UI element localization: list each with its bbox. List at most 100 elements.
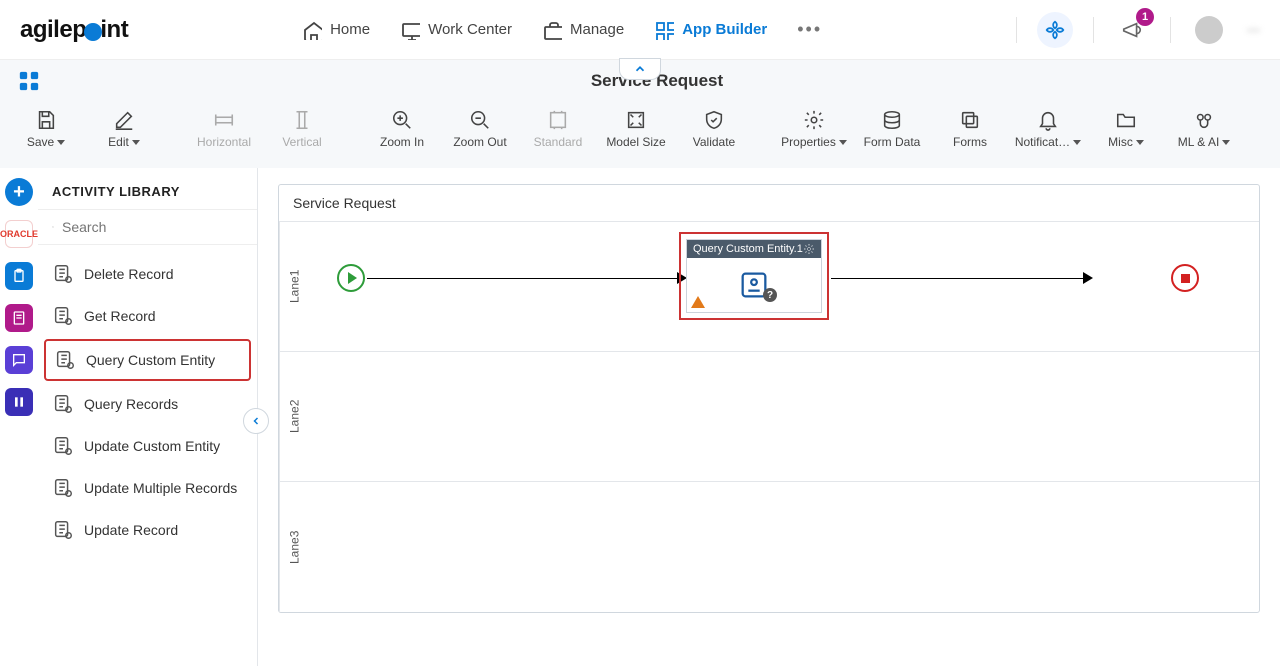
lane-body[interactable]	[309, 482, 1259, 612]
lanes: Lane1 Query Custom Entity.1 ?	[279, 222, 1259, 612]
connector	[831, 278, 1085, 279]
user-name: —	[1247, 22, 1260, 37]
toolbar-misc[interactable]: Misc	[1090, 100, 1162, 158]
toolbar-label: Form Data	[864, 135, 921, 149]
toolbar-val[interactable]: Validate	[678, 100, 750, 158]
collapse-header-button[interactable]	[619, 58, 661, 80]
lane-body[interactable]: Query Custom Entity.1 ?	[309, 222, 1259, 351]
logo: agilep int	[20, 16, 128, 44]
activity-item[interactable]: Get Record	[38, 295, 257, 337]
logo-prefix: agilep	[20, 16, 86, 44]
notifications-button[interactable]: 1	[1114, 12, 1150, 48]
nav-label: Home	[330, 21, 370, 38]
lane-body[interactable]	[309, 352, 1259, 481]
nav-app-builder[interactable]: App Builder	[654, 20, 767, 40]
activity-item[interactable]: Update Multiple Records	[38, 467, 257, 509]
dock-oracle[interactable]: ORACLE	[5, 220, 33, 248]
shield-icon	[703, 109, 725, 131]
lane: Lane1 Query Custom Entity.1 ?	[279, 222, 1259, 352]
canvas-wrap: Service Request Lane1 Query Custom Entit…	[258, 168, 1280, 666]
toolbar-msize[interactable]: Model Size	[600, 100, 672, 158]
chevron-down-icon	[1222, 140, 1230, 145]
canvas-title: Service Request	[279, 185, 1259, 222]
end-node[interactable]	[1171, 264, 1199, 292]
activity-item[interactable]: Delete Record	[38, 253, 257, 295]
toolbar-label: Horizontal	[197, 135, 251, 149]
sidebar-search[interactable]	[38, 209, 257, 245]
toolbar-edit[interactable]: Edit	[88, 100, 160, 158]
toolbar-label: Vertical	[282, 135, 321, 149]
toolbar: Save Edit Horizontal Vertical Zoom In Zo…	[0, 96, 1280, 168]
canvas-card: Service Request Lane1 Query Custom Entit…	[278, 184, 1260, 613]
activity-node[interactable]: Query Custom Entity.1 ?	[679, 232, 829, 320]
top-nav: Home Work Center Manage App Builder •••	[302, 19, 822, 40]
notifications-badge: 1	[1136, 8, 1154, 26]
toolbar-vert: Vertical	[266, 100, 338, 158]
nav-label: App Builder	[682, 21, 767, 38]
dock-pause[interactable]	[5, 388, 33, 416]
separator	[1093, 17, 1094, 43]
activity-label: Query Custom Entity	[86, 352, 215, 368]
alignh-icon	[213, 109, 235, 131]
copilot-button[interactable]	[1037, 12, 1073, 48]
dock-clipboard[interactable]	[5, 262, 33, 290]
activity-item[interactable]: Update Record	[38, 509, 257, 551]
nav-manage[interactable]: Manage	[542, 20, 624, 40]
activity-item[interactable]: Query Custom Entity	[44, 339, 251, 381]
nav-more[interactable]: •••	[797, 19, 822, 40]
gear-icon[interactable]	[803, 243, 815, 255]
toolbar-notif[interactable]: Notificat…	[1012, 100, 1084, 158]
toolbar-mlai[interactable]: ML & AI	[1168, 100, 1240, 158]
add-activity-button[interactable]: +	[5, 178, 33, 206]
user-menu[interactable]	[1191, 12, 1227, 48]
toolbar-label: ML & AI	[1178, 135, 1220, 149]
toolbar-label: Standard	[534, 135, 583, 149]
modules-icon[interactable]	[18, 70, 40, 92]
monitor-icon	[400, 20, 420, 40]
separator	[1170, 17, 1171, 43]
toolbar-label: Forms	[953, 135, 987, 149]
save-icon	[35, 109, 57, 131]
toolbar-label: Properties	[781, 135, 836, 149]
sidebar-collapse-button[interactable]	[243, 408, 269, 434]
search-icon	[52, 218, 54, 236]
db-icon	[881, 109, 903, 131]
search-input[interactable]	[62, 219, 243, 235]
toolbar-label: Misc	[1108, 135, 1133, 149]
toolbar-forms[interactable]: Forms	[934, 100, 1006, 158]
toolbar-zout[interactable]: Zoom Out	[444, 100, 516, 158]
nav-home[interactable]: Home	[302, 20, 370, 40]
logo-dot-icon	[84, 23, 102, 41]
logo-suffix: int	[100, 16, 128, 44]
nav-work-center[interactable]: Work Center	[400, 20, 512, 40]
nav-label: Work Center	[428, 21, 512, 38]
activity-icon	[52, 393, 74, 415]
dock-document[interactable]	[5, 304, 33, 332]
activity-label: Update Multiple Records	[84, 480, 237, 496]
top-header: agilep int Home Work Center Manage App B…	[0, 0, 1280, 60]
activity-item[interactable]: Update Custom Entity	[38, 425, 257, 467]
chevron-down-icon	[839, 140, 847, 145]
toolbar-fdata[interactable]: Form Data	[856, 100, 928, 158]
sidebar: ACTIVITY LIBRARY Delete Record Get Recor…	[38, 168, 258, 666]
toolbar-prop[interactable]: Properties	[778, 100, 850, 158]
lane: Lane2	[279, 352, 1259, 482]
chevron-down-icon	[57, 140, 65, 145]
dock-chat[interactable]	[5, 346, 33, 374]
toolbar-save[interactable]: Save	[10, 100, 82, 158]
toolbar-label: Zoom Out	[453, 135, 506, 149]
expand-icon	[625, 109, 647, 131]
briefcase-icon	[542, 20, 562, 40]
avatar-icon	[1195, 16, 1223, 44]
activity-title: Query Custom Entity.1	[693, 243, 803, 255]
activity-item[interactable]: Query Records	[38, 383, 257, 425]
lane-label: Lane3	[279, 482, 309, 612]
toolbar-label: Edit	[108, 135, 129, 149]
activity-list: Delete Record Get Record Query Custom En…	[38, 245, 257, 559]
zoomout-icon	[469, 109, 491, 131]
gear-icon	[803, 109, 825, 131]
sidebar-title: ACTIVITY LIBRARY	[38, 168, 257, 209]
start-node[interactable]	[337, 264, 365, 292]
toolbar-zin[interactable]: Zoom In	[366, 100, 438, 158]
zoomin-icon	[391, 109, 413, 131]
